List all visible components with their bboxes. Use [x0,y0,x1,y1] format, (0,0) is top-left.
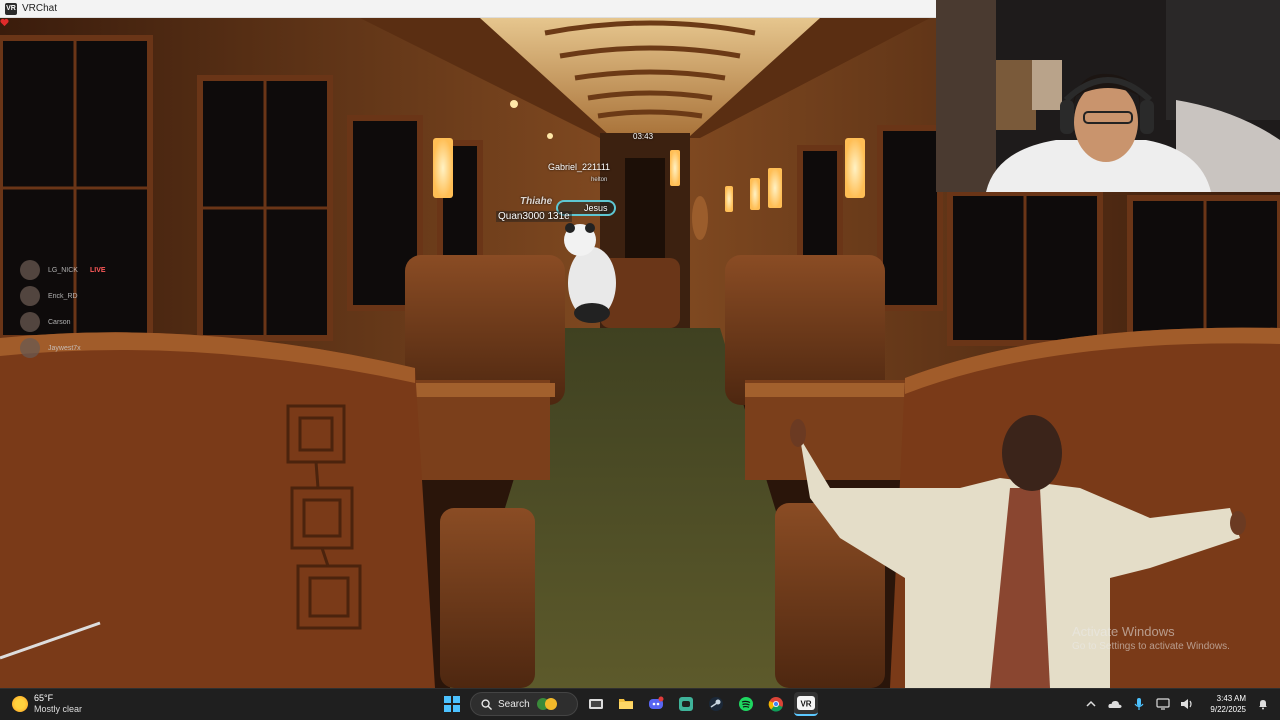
taskbar-clock[interactable]: 3:43 AM 9/22/2025 [1210,693,1246,715]
clock-time: 3:43 AM [1216,694,1246,703]
display-icon[interactable] [1156,697,1171,711]
search-highlight-icon [536,698,557,710]
activate-windows-watermark: Activate Windows Go to Settings to activ… [1072,624,1230,652]
friend-name: Carson [48,318,71,326]
task-view-button[interactable] [584,692,608,716]
volume-icon[interactable] [1180,697,1194,711]
avatar [20,260,40,280]
friend-name: Erick_RD [48,292,78,300]
chrome-button[interactable] [764,692,788,716]
avatar [20,312,40,332]
nameplate-thiahe[interactable]: Thiahe [520,196,552,207]
steam-button[interactable] [704,692,728,716]
onedrive-icon[interactable] [1108,697,1122,711]
friends-list: LG_NICK LIVE Erick_RD Carson Jaywest7x [20,260,106,358]
search-label: Search [498,698,530,710]
vrchat-app-icon: VR [5,2,17,15]
svg-text:VR: VR [800,700,811,709]
webcam-overlay [936,0,1280,192]
weather-condition: Mostly clear [34,704,83,714]
friend-name: Jaywest7x [48,344,81,352]
search-icon [481,698,492,710]
activate-subtitle: Go to Settings to activate Windows. [1072,641,1230,652]
nameplate-gabriel[interactable]: Gabriel_221111 [548,162,610,172]
friend-item[interactable]: Carson [20,312,106,332]
friend-item[interactable]: LG_NICK LIVE [20,260,106,280]
window-title-bar: VR VRChat [0,0,936,18]
steam-icon [709,697,723,711]
chevron-up-icon[interactable] [1084,697,1098,711]
chrome-icon [768,697,783,712]
file-explorer-icon [619,699,633,709]
friend-item[interactable]: Jaywest7x [20,338,106,358]
vrchat-taskbar-button[interactable]: VR [794,692,818,716]
task-view-icon [589,699,603,709]
spotify-button[interactable] [734,692,758,716]
weather-temp: 65°F [34,693,54,703]
avatar [20,338,40,358]
taskbar-search-box[interactable]: Search [470,692,578,716]
taskbar: 65°F Mostly clear Search VR 3:43 AM 9/22… [0,688,1280,720]
file-explorer-button[interactable] [614,692,638,716]
xbox-icon [679,697,693,711]
weather-icon [12,696,28,712]
vrchat-icon: VR [797,696,815,710]
live-badge: LIVE [89,266,106,274]
discord-button[interactable] [644,692,668,716]
weather-widget[interactable]: 65°F Mostly clear [12,693,82,715]
microphone-icon[interactable] [1132,697,1146,711]
heart-icon [0,18,9,27]
nameplate-quan[interactable]: Quan3000 131e [496,211,572,222]
discord-icon [649,696,664,709]
nameplate-clock: 03:43 [633,132,654,141]
friend-item[interactable]: Erick_RD [20,286,106,306]
taskbar-apps: Search VR [440,692,818,716]
clock-date: 9/22/2025 [1210,705,1246,714]
xbox-button[interactable] [674,692,698,716]
friend-name: LG_NICK [48,266,78,274]
spotify-icon [739,697,753,711]
system-tray: 3:43 AM 9/22/2025 [1084,693,1270,715]
notification-bell-icon[interactable] [1256,697,1270,711]
nameplate-gabriel-status: helton [591,177,608,183]
windows-start-icon [444,696,460,712]
windows-start-button[interactable] [440,692,464,716]
activate-title: Activate Windows [1072,624,1175,639]
webcam-feed [936,0,1280,192]
window-title: VRChat [22,3,58,14]
avatar [20,286,40,306]
